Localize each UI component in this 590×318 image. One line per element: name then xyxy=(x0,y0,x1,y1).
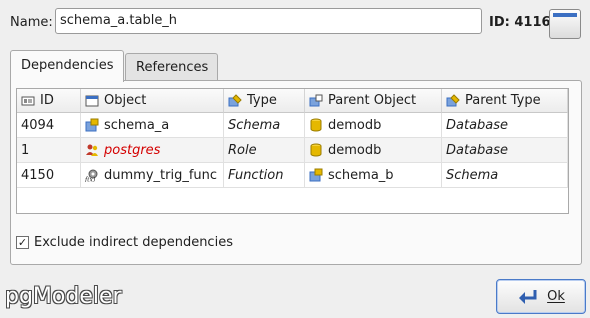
parent-type-column-icon xyxy=(446,93,460,106)
ok-label: Ok xyxy=(547,289,565,304)
row-parent-type-cell: Schema xyxy=(442,163,568,188)
column-header-label: Parent Type xyxy=(465,93,541,108)
row-parent-type-cell: Database xyxy=(442,113,568,138)
row-parent-object-cell: demodb xyxy=(305,138,442,163)
exclude-indirect-checkbox[interactable]: ✓ xyxy=(16,236,29,249)
column-header-label: ID xyxy=(40,93,54,108)
pgmodeler-logo: pgModeler xyxy=(5,284,122,309)
column-header-id[interactable]: ID xyxy=(17,89,81,113)
column-header-parent-object[interactable]: Parent Object xyxy=(305,89,442,113)
type-column-icon xyxy=(228,93,242,106)
tab-references[interactable]: References xyxy=(125,53,218,80)
column-header-parent-type[interactable]: Parent Type xyxy=(442,89,568,113)
column-header-label: Parent Object xyxy=(328,93,417,108)
object-window-button[interactable] xyxy=(549,9,581,39)
schema-icon xyxy=(309,168,323,182)
object-name: dummy_trig_func xyxy=(104,167,218,183)
enter-arrow-icon xyxy=(519,289,537,304)
database-icon xyxy=(310,143,322,157)
row-type-cell: Function xyxy=(224,163,305,188)
ok-button[interactable]: Ok xyxy=(496,279,586,314)
row-object-cell: schema_a xyxy=(81,113,224,138)
exclude-indirect-label: Exclude indirect dependencies xyxy=(34,235,233,250)
dependencies-table[interactable]: ID Object Type Parent Object Parent Type… xyxy=(16,88,569,214)
column-header-label: Type xyxy=(247,93,277,108)
row-id-cell: 1 xyxy=(17,138,81,163)
object-name: postgres xyxy=(104,142,161,158)
window-icon xyxy=(553,13,577,17)
column-header-object[interactable]: Object xyxy=(81,89,224,113)
name-field[interactable]: schema_a.table_h xyxy=(55,8,482,34)
tab-dependencies[interactable]: Dependencies xyxy=(10,50,124,82)
column-header-label: Object xyxy=(104,93,147,108)
row-type-cell: Role xyxy=(224,138,305,163)
svg-text:f(x): f(x) xyxy=(85,177,96,183)
function-icon: f(x) xyxy=(85,169,98,183)
parent-object-column-icon xyxy=(309,94,323,106)
row-object-cell: postgres xyxy=(81,138,224,163)
row-parent-object-cell: schema_b xyxy=(305,163,442,188)
row-object-cell: f(x) dummy_trig_func xyxy=(81,163,224,188)
column-header-type[interactable]: Type xyxy=(224,89,305,113)
parent-object-name: schema_b xyxy=(328,167,394,183)
row-type-cell: Schema xyxy=(224,113,305,138)
object-id-label: ID: 4116 xyxy=(489,15,551,30)
schema-icon xyxy=(85,118,99,132)
object-column-icon xyxy=(85,95,99,106)
name-label: Name: xyxy=(10,15,53,30)
row-parent-object-cell: demodb xyxy=(305,113,442,138)
row-parent-type-cell: Database xyxy=(442,138,568,163)
parent-object-name: demodb xyxy=(328,142,382,158)
row-id-cell: 4094 xyxy=(17,113,81,138)
row-id-cell: 4150 xyxy=(17,163,81,188)
object-name: schema_a xyxy=(104,117,170,133)
role-icon xyxy=(86,144,98,156)
parent-object-name: demodb xyxy=(328,117,382,133)
id-column-icon xyxy=(21,96,35,105)
database-icon xyxy=(310,118,322,132)
